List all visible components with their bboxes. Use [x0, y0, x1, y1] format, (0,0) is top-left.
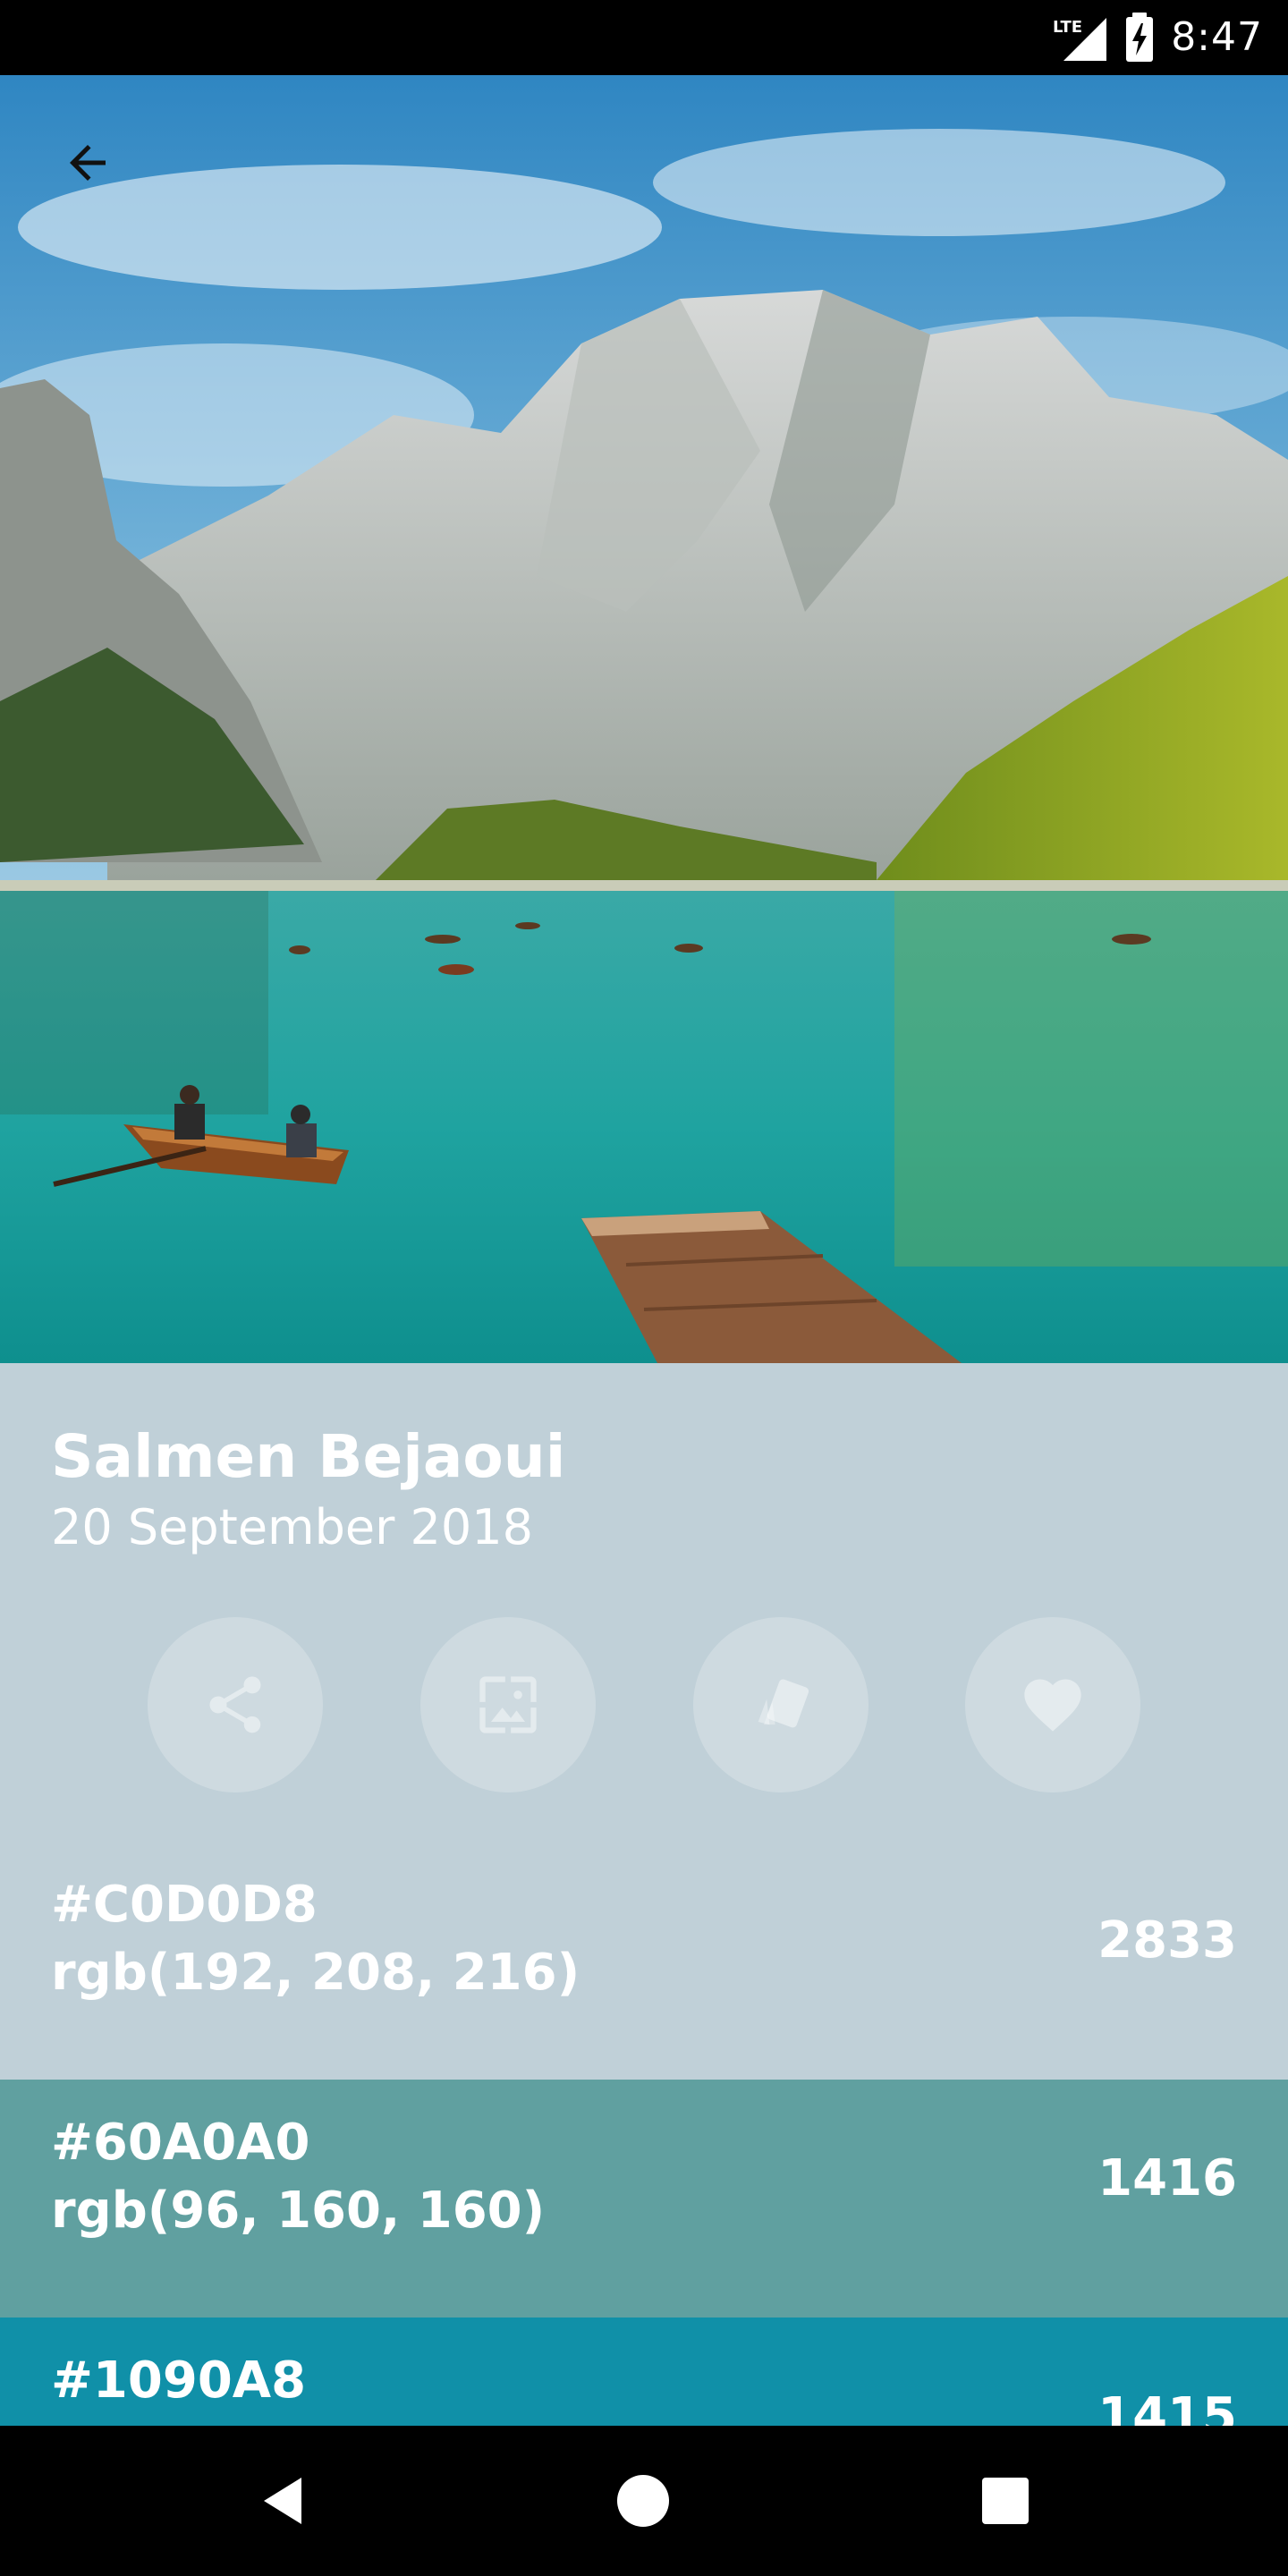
heart-icon	[1024, 1679, 1081, 1732]
share-button[interactable]	[148, 1617, 323, 1792]
palette-rgb: rgb(96, 160, 160)	[51, 2182, 546, 2240]
nav-home-button[interactable]	[607, 2465, 679, 2537]
palette-hex: #C0D0D8	[51, 1876, 318, 1934]
screen: LTE 8:47 Salmen Bejaoui 20 September 201…	[0, 0, 1288, 2576]
palette-hex: #60A0A0	[51, 2114, 310, 2172]
set-wallpaper-icon	[479, 1676, 537, 1733]
favorite-button[interactable]	[965, 1617, 1140, 1792]
action-row	[0, 1617, 1288, 1792]
palette-count: 1416	[1097, 2149, 1237, 2207]
status-icons: LTE 8:47	[1051, 0, 1263, 75]
landscape-photo	[0, 75, 1288, 1363]
share-icon	[209, 1676, 261, 1733]
palette-count: 2833	[1097, 1911, 1237, 1970]
palette-row[interactable]: #C0D0D8 rgb(192, 208, 216) 2833	[0, 1842, 1288, 2080]
status-time: 8:47	[1171, 14, 1263, 60]
nav-recents-button[interactable]	[970, 2465, 1041, 2537]
arrow-back-icon	[70, 145, 106, 181]
status-bar: LTE 8:47	[0, 0, 1288, 75]
nav-back-button[interactable]	[248, 2465, 319, 2537]
battery-charging-icon	[1126, 13, 1154, 62]
photo-date: 20 September 2018	[51, 1499, 533, 1555]
recents-square-icon	[982, 2478, 1029, 2524]
hero-photo	[0, 75, 1288, 1363]
palette-row[interactable]: #60A0A0 rgb(96, 160, 160) 1416	[0, 2080, 1288, 2318]
author-name: Salmen Bejaoui	[51, 1422, 566, 1491]
back-button[interactable]	[47, 122, 129, 204]
network-label: LTE	[1053, 18, 1082, 37]
palette-cards-button[interactable]	[693, 1617, 869, 1792]
palette-cards-icon	[758, 1679, 809, 1728]
palette-hex: #1090A8	[51, 2351, 307, 2410]
back-triangle-icon	[264, 2478, 301, 2524]
signal-icon: LTE	[1053, 18, 1107, 61]
set-wallpaper-button[interactable]	[420, 1617, 596, 1792]
palette-rgb: rgb(192, 208, 216)	[51, 1944, 580, 2002]
navigation-bar	[0, 2426, 1288, 2576]
home-circle-icon	[617, 2475, 669, 2527]
